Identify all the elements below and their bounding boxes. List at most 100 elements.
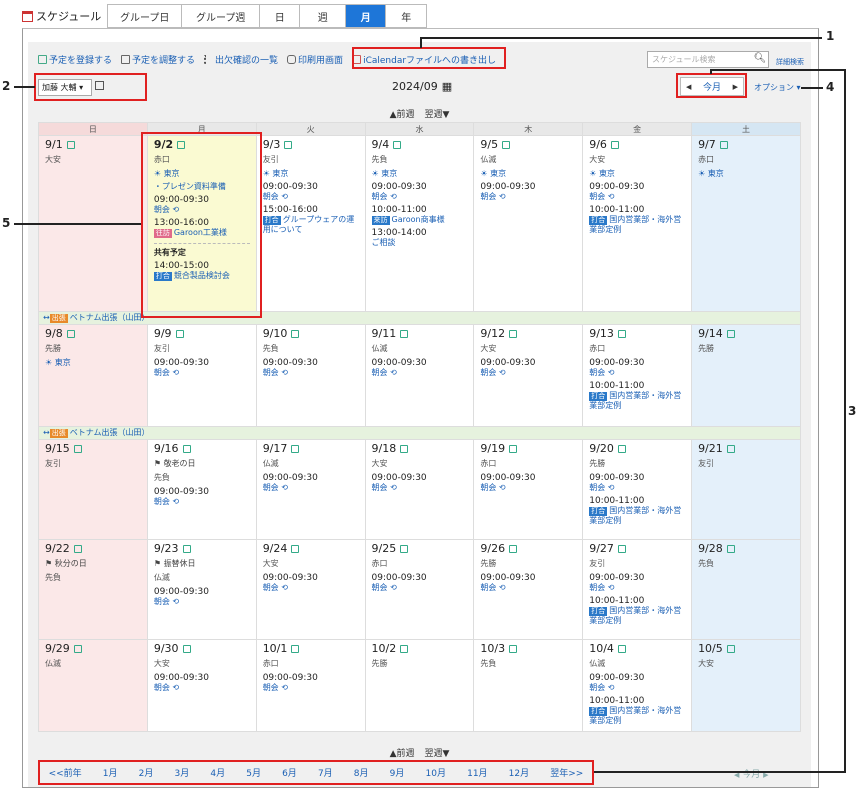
day-cell[interactable]: 9/17 仏滅 09:00-09:30 朝会 ⟲ <box>255 439 366 540</box>
month-link-3[interactable]: 3月 <box>175 766 190 779</box>
event-title[interactable]: 朝会 ⟲ <box>480 192 576 202</box>
event-title[interactable]: 打合 国内営業部・海外営業部定例 <box>589 215 685 235</box>
schedule-item[interactable]: 09:00-09:30 朝会 ⟲ <box>589 182 685 202</box>
day-cell[interactable]: 9/22 ⚑ 秋分の日 先負 <box>38 539 148 640</box>
schedule-item[interactable]: 09:00-09:30 朝会 ⟲ <box>372 473 468 493</box>
register-link[interactable]: 予定を登録する <box>38 53 112 66</box>
day-cell[interactable]: 9/28 先負 <box>691 539 801 640</box>
add-schedule-icon[interactable] <box>617 545 626 553</box>
date-label[interactable]: 9/21 <box>698 443 723 454</box>
day-cell[interactable]: 9/5 仏滅 ☀ 東京 09:00-09:30 朝会 ⟲ <box>473 135 584 312</box>
schedule-item[interactable]: 09:00-09:30 朝会 ⟲ <box>372 573 468 593</box>
event-title[interactable]: 朝会 ⟲ <box>263 483 359 493</box>
add-schedule-icon[interactable] <box>73 545 82 553</box>
month-link-6[interactable]: 6月 <box>282 766 297 779</box>
add-schedule-icon[interactable] <box>291 645 300 653</box>
weather-forecast[interactable]: ☀ 東京 <box>589 169 685 179</box>
add-schedule-icon[interactable] <box>182 445 191 453</box>
event-title[interactable]: ・プレゼン資料準備 <box>154 182 250 192</box>
day-cell[interactable]: 9/15 友引 <box>38 439 148 540</box>
event-title[interactable]: 打合 競合製品検討会 <box>153 271 250 281</box>
day-cell[interactable]: 10/5 大安 <box>691 639 801 732</box>
month-link-11[interactable]: 11月 <box>467 766 487 779</box>
day-cell[interactable]: 9/29 仏滅 <box>38 639 148 732</box>
add-schedule-icon[interactable] <box>177 141 186 149</box>
date-label[interactable]: 9/28 <box>698 543 723 554</box>
date-label[interactable]: 9/11 <box>372 328 397 339</box>
add-schedule-icon[interactable] <box>291 545 300 553</box>
event-title[interactable]: 朝会 ⟲ <box>154 205 250 215</box>
month-link-10[interactable]: 10月 <box>426 766 446 779</box>
print-link[interactable]: 印刷用画面 <box>287 53 343 66</box>
add-schedule-icon[interactable] <box>509 445 518 453</box>
day-cell[interactable]: 9/8 先勝 ☀ 東京 <box>38 324 148 427</box>
event-title[interactable]: 朝会 ⟲ <box>372 192 468 202</box>
event-title[interactable]: 往訪 Garoon工業様 <box>153 228 250 238</box>
date-label[interactable]: 9/8 <box>45 328 63 339</box>
event-title[interactable]: 朝会 ⟲ <box>589 483 685 493</box>
month-link-12[interactable]: 12月 <box>509 766 529 779</box>
calendar-picker-icon[interactable]: ▦ <box>442 80 452 93</box>
day-cell[interactable]: 9/14 先勝 <box>691 324 801 427</box>
event-title[interactable]: 朝会 ⟲ <box>480 483 576 493</box>
date-label[interactable]: 9/9 <box>154 328 172 339</box>
view-tab-5[interactable]: 年 <box>386 5 427 27</box>
month-link-9[interactable]: 9月 <box>390 766 405 779</box>
schedule-item[interactable]: 10:00-11:00 打合 国内営業部・海外営業部定例 <box>589 381 685 411</box>
event-title[interactable]: 打合 グループウェアの運用について <box>262 215 359 235</box>
weather-forecast[interactable]: ☀ 東京 <box>263 169 359 179</box>
day-cell[interactable]: 10/4 仏滅 09:00-09:30 朝会 ⟲ 10:00-11:00 打合 国内営業部・… <box>582 639 693 732</box>
prev-week-button[interactable]: ▲前週 <box>390 107 415 120</box>
schedule-item[interactable]: 09:00-09:30 朝会 ⟲ <box>263 358 359 378</box>
add-schedule-icon[interactable] <box>610 141 619 149</box>
event-title[interactable]: 朝会 ⟲ <box>480 583 576 593</box>
prev-month-button[interactable]: ◀ <box>686 83 691 91</box>
day-cell[interactable]: 9/19 赤口 09:00-09:30 朝会 ⟲ <box>473 439 584 540</box>
day-cell[interactable]: 9/27 友引 09:00-09:30 朝会 ⟲ 10:00-11:00 打合 国内営業部・… <box>582 539 693 640</box>
weather-forecast[interactable]: ☀ 東京 <box>154 169 250 179</box>
add-schedule-icon[interactable] <box>182 545 191 553</box>
event-title[interactable]: ご相談 <box>372 238 468 248</box>
add-schedule-icon[interactable] <box>400 445 409 453</box>
day-cell[interactable]: 9/2 赤口 ☀ 東京 ・プレゼン資料準備 09:00-09:30 朝会 ⟲ 13:00-1… <box>146 135 257 312</box>
event-title[interactable]: 打合 国内営業部・海外営業部定例 <box>589 706 685 726</box>
schedule-item[interactable]: 10:00-11:00 打合 国内営業部・海外営業部定例 <box>589 696 685 726</box>
date-label[interactable]: 9/3 <box>263 139 281 150</box>
event-title[interactable]: 朝会 ⟲ <box>372 583 468 593</box>
prev-week-button[interactable]: ▲前週 <box>390 746 415 759</box>
date-label[interactable]: 9/26 <box>480 543 505 554</box>
day-cell[interactable]: 9/7 赤口 ☀ 東京 <box>691 135 801 312</box>
schedule-item[interactable]: 09:00-09:30 朝会 ⟲ <box>589 673 685 693</box>
day-cell[interactable]: 9/11 仏滅 09:00-09:30 朝会 ⟲ <box>364 324 475 427</box>
user-popup-icon[interactable] <box>95 81 104 90</box>
user-select[interactable]: 加藤 大輔 ▾ <box>38 79 92 96</box>
day-cell[interactable]: 10/3 先負 <box>473 639 584 732</box>
date-label[interactable]: 10/1 <box>263 643 288 654</box>
event-title[interactable]: 朝会 ⟲ <box>154 368 250 378</box>
add-schedule-icon[interactable] <box>400 330 409 338</box>
add-schedule-icon[interactable] <box>726 645 735 653</box>
date-label[interactable]: 10/2 <box>372 643 397 654</box>
current-month-button[interactable]: 今月 <box>703 80 721 93</box>
schedule-item[interactable]: 09:00-09:30 朝会 ⟲ <box>480 473 576 493</box>
day-cell[interactable]: 9/12 大安 09:00-09:30 朝会 ⟲ <box>473 324 584 427</box>
trip-banner[interactable]: ↔ 出張 ベトナム出張（山田） <box>38 426 801 440</box>
add-schedule-icon[interactable] <box>175 330 184 338</box>
date-label[interactable]: 9/6 <box>589 139 607 150</box>
month-link-1[interactable]: 1月 <box>103 766 118 779</box>
add-schedule-icon[interactable] <box>726 545 735 553</box>
day-cell[interactable]: 9/4 先負 ☀ 東京 09:00-09:30 朝会 ⟲ 10:00-11:00 来訪 Gar… <box>364 135 475 312</box>
date-label[interactable]: 9/18 <box>372 443 397 454</box>
date-label[interactable]: 9/25 <box>372 543 397 554</box>
schedule-item[interactable]: 13:00-16:00 往訪 Garoon工業様 <box>153 218 250 238</box>
day-cell[interactable]: 9/24 大安 09:00-09:30 朝会 ⟲ <box>255 539 366 640</box>
schedule-item[interactable]: 10:00-11:00 打合 国内営業部・海外営業部定例 <box>589 596 685 626</box>
month-link-5[interactable]: 5月 <box>246 766 261 779</box>
schedule-item[interactable]: ・プレゼン資料準備 <box>154 182 250 192</box>
date-label[interactable]: 10/3 <box>480 643 505 654</box>
event-title[interactable]: 朝会 ⟲ <box>589 683 685 693</box>
next-month-button[interactable]: ▶ <box>733 83 738 91</box>
schedule-item[interactable]: 09:00-09:30 朝会 ⟲ <box>480 182 576 202</box>
add-schedule-icon[interactable] <box>617 645 626 653</box>
schedule-item[interactable]: 10:00-11:00 打合 国内営業部・海外営業部定例 <box>589 496 685 526</box>
